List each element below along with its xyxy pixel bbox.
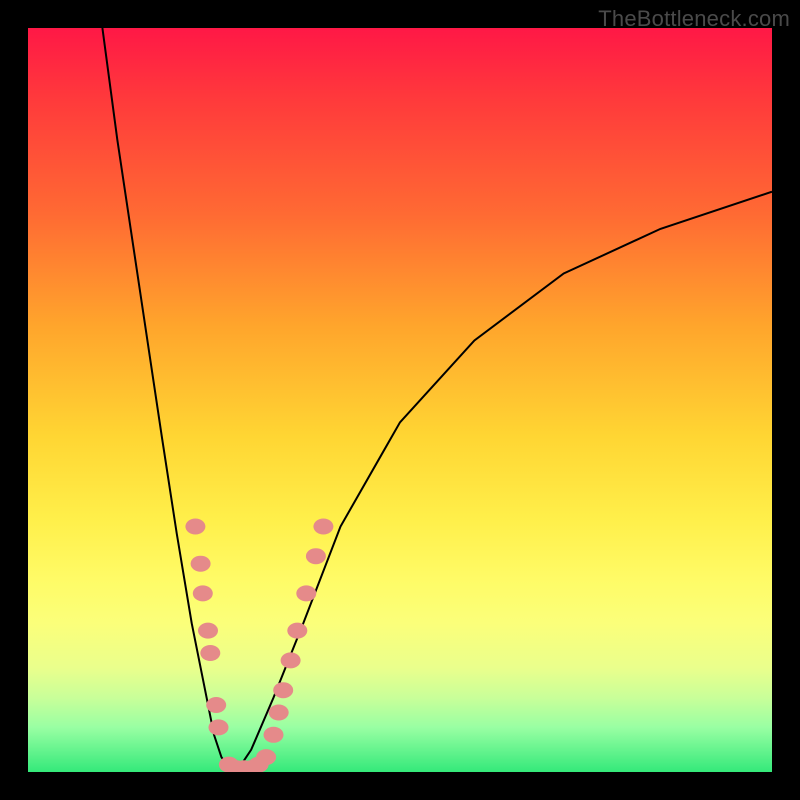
data-dot bbox=[200, 645, 220, 661]
data-dot bbox=[264, 727, 284, 743]
data-dot bbox=[209, 719, 229, 735]
data-dot bbox=[313, 519, 333, 535]
data-dot bbox=[287, 623, 307, 639]
data-dot bbox=[269, 705, 289, 721]
data-dot bbox=[191, 556, 211, 572]
chart-frame: TheBottleneck.com bbox=[0, 0, 800, 800]
data-dot bbox=[306, 548, 326, 564]
data-dot bbox=[193, 585, 213, 601]
data-dot bbox=[256, 749, 276, 765]
data-dot bbox=[281, 652, 301, 668]
left-curve bbox=[102, 28, 236, 772]
data-dot bbox=[185, 519, 205, 535]
chart-plot-area bbox=[28, 28, 772, 772]
watermark-text: TheBottleneck.com bbox=[598, 6, 790, 32]
data-dot bbox=[273, 682, 293, 698]
data-dot bbox=[296, 585, 316, 601]
data-dot bbox=[206, 697, 226, 713]
data-dot bbox=[198, 623, 218, 639]
right-curve bbox=[236, 192, 772, 772]
chart-svg bbox=[28, 28, 772, 772]
dot-group bbox=[185, 519, 333, 773]
